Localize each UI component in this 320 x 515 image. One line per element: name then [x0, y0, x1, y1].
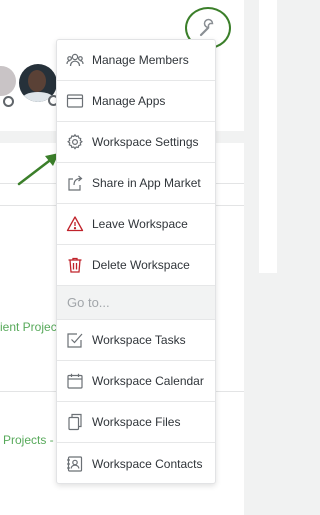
side-panel: [259, 0, 277, 273]
menu-item-workspace-calendar[interactable]: Workspace Calendar: [57, 361, 215, 402]
goto-section-header: Go to...: [57, 286, 215, 320]
project-link[interactable]: Projects -: [3, 433, 54, 447]
menu-item-label: Workspace Contacts: [92, 456, 203, 471]
project-link[interactable]: ient Projec: [0, 320, 57, 334]
menu-item-label: Leave Workspace: [92, 217, 188, 231]
gear-icon: [66, 133, 84, 151]
menu-item-workspace-files[interactable]: Workspace Files: [57, 402, 215, 443]
menu-item-workspace-settings[interactable]: Workspace Settings: [57, 122, 215, 163]
menu-item-workspace-contacts[interactable]: Workspace Contacts: [57, 443, 215, 484]
menu-item-label: Workspace Calendar: [92, 374, 204, 388]
share-icon: [66, 174, 84, 192]
menu-item-label: Workspace Files: [92, 415, 181, 429]
members-icon: [66, 51, 84, 69]
workspace-options-menu: Manage Members Manage Apps Workspace Set…: [56, 39, 216, 484]
warning-icon: [66, 215, 84, 233]
menu-item-label: Workspace Settings: [92, 135, 199, 149]
menu-item-workspace-tasks[interactable]: Workspace Tasks: [57, 320, 215, 361]
apps-window-icon: [66, 92, 84, 110]
menu-item-leave-workspace[interactable]: Leave Workspace: [57, 204, 215, 245]
presence-status-icon: [3, 96, 14, 107]
menu-item-share-app-market[interactable]: Share in App Market: [57, 163, 215, 204]
checkbox-icon: [66, 331, 84, 349]
trash-icon: [66, 256, 84, 274]
avatar-face: [28, 70, 46, 92]
calendar-icon: [66, 372, 84, 390]
menu-item-label: Manage Apps: [92, 94, 166, 108]
contacts-icon: [66, 455, 84, 473]
menu-item-label: Workspace Tasks: [92, 333, 186, 347]
menu-item-label: Share in App Market: [92, 176, 201, 190]
files-icon: [66, 413, 84, 431]
menu-item-manage-apps[interactable]: Manage Apps: [57, 81, 215, 122]
menu-item-label: Manage Members: [92, 53, 189, 67]
menu-item-label: Delete Workspace: [92, 258, 190, 272]
menu-item-delete-workspace[interactable]: Delete Workspace: [57, 245, 215, 286]
menu-item-manage-members[interactable]: Manage Members: [57, 40, 215, 81]
wrench-icon[interactable]: [198, 18, 218, 38]
